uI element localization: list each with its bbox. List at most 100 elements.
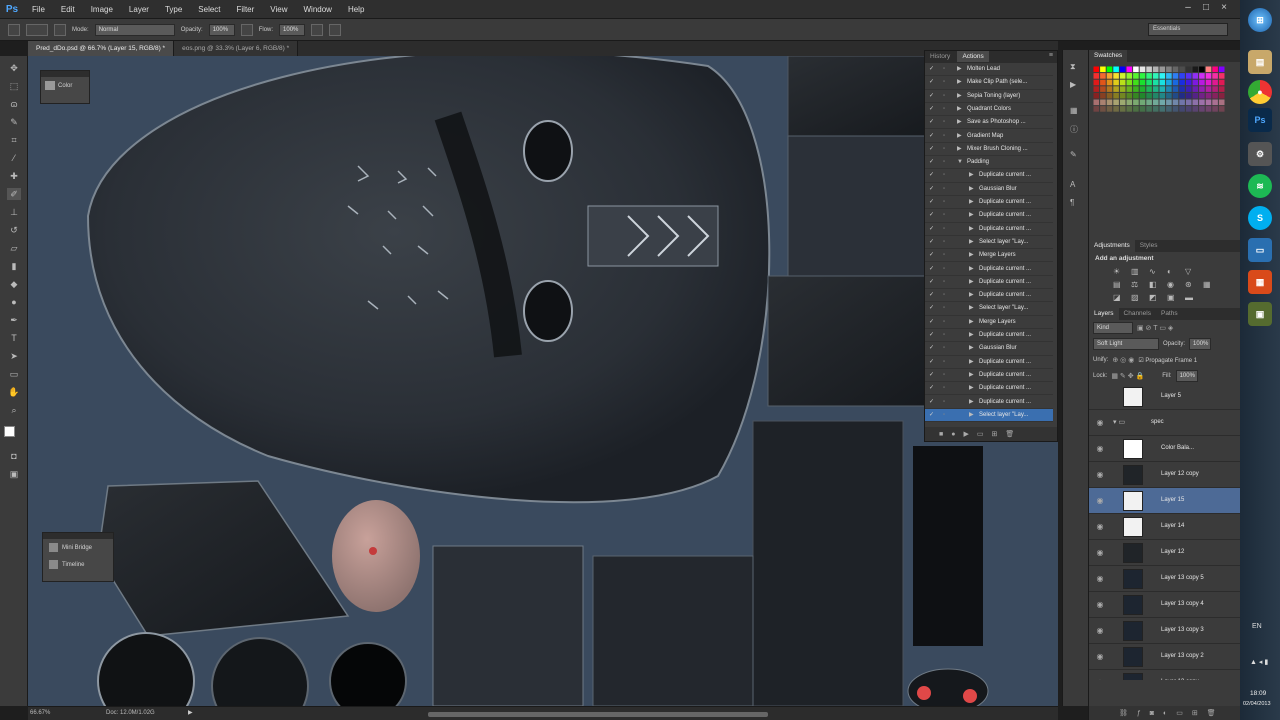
dialog-toggle-icon[interactable]: ▫ bbox=[943, 329, 945, 341]
color-swatch[interactable] bbox=[1192, 66, 1199, 73]
expand-arrow-icon[interactable]: ▶ bbox=[969, 263, 974, 275]
threshold-icon[interactable]: ◩ bbox=[1149, 293, 1163, 302]
eye-icon[interactable]: ◉ bbox=[1095, 496, 1105, 505]
zoom-tool-icon[interactable]: ⌕ bbox=[7, 404, 21, 416]
type-tool-icon[interactable]: T bbox=[7, 332, 21, 344]
color-panel-button[interactable]: Color bbox=[41, 77, 89, 94]
check-icon[interactable]: ✓ bbox=[929, 196, 934, 208]
color-swatch[interactable] bbox=[1146, 73, 1152, 79]
marquee-tool-icon[interactable]: ⬚ bbox=[7, 80, 21, 92]
color-swatch[interactable] bbox=[1113, 66, 1119, 73]
swatches-panel-icon[interactable]: ▦ bbox=[1070, 106, 1082, 116]
maximize-button[interactable]: □ bbox=[1198, 2, 1214, 16]
clone-stamp-tool-icon[interactable]: ⊥ bbox=[7, 206, 21, 218]
action-row[interactable]: ✓ ▫ ▶ Duplicate current ... bbox=[925, 396, 1053, 409]
color-swatch[interactable] bbox=[1146, 106, 1152, 112]
check-icon[interactable]: ✓ bbox=[929, 382, 934, 394]
eye-icon[interactable]: ◉ bbox=[1095, 548, 1105, 557]
quick-select-tool-icon[interactable]: ✎ bbox=[7, 116, 21, 128]
airbrush-icon[interactable] bbox=[311, 23, 324, 36]
color-swatch[interactable] bbox=[1179, 79, 1185, 86]
dialog-toggle-icon[interactable]: ▫ bbox=[943, 103, 945, 115]
expand-arrow-icon[interactable]: ▶ bbox=[957, 116, 962, 128]
check-icon[interactable]: ✓ bbox=[929, 103, 934, 115]
check-icon[interactable]: ✓ bbox=[929, 76, 934, 88]
expand-arrow-icon[interactable]: ▶ bbox=[969, 302, 974, 314]
eye-icon[interactable]: ◉ bbox=[1095, 574, 1105, 583]
dialog-toggle-icon[interactable]: ▫ bbox=[943, 236, 945, 248]
color-swatch[interactable] bbox=[1093, 66, 1100, 73]
layer-row[interactable]: ◉ Layer 12 bbox=[1089, 540, 1240, 566]
action-row[interactable]: ✓ ▫ ▶ Duplicate current ... bbox=[925, 196, 1053, 210]
action-row[interactable]: ✓ ▫ ▶ Make Clip Path (sele... bbox=[925, 76, 1053, 90]
color-swatch[interactable] bbox=[1100, 73, 1106, 79]
trash-icon[interactable]: 🗑 bbox=[1207, 709, 1216, 717]
color-swatch[interactable] bbox=[1133, 92, 1139, 99]
color-swatch[interactable] bbox=[1106, 79, 1113, 86]
color-swatch[interactable] bbox=[1133, 106, 1139, 112]
eye-icon[interactable]: ◉ bbox=[1095, 678, 1105, 680]
color-swatch[interactable] bbox=[1185, 73, 1192, 79]
color-swatch[interactable] bbox=[1159, 106, 1166, 112]
color-swatch[interactable] bbox=[1139, 86, 1146, 92]
check-icon[interactable]: ✓ bbox=[929, 289, 934, 301]
expand-arrow-icon[interactable]: ▶ bbox=[969, 196, 974, 208]
new-set-icon[interactable]: ▭ bbox=[977, 430, 984, 438]
layer-row[interactable]: ◉ Color Bala... bbox=[1089, 436, 1240, 462]
color-swatch[interactable] bbox=[1185, 79, 1192, 86]
menu-image[interactable]: Image bbox=[83, 5, 121, 14]
expand-arrow-icon[interactable]: ▶ bbox=[957, 130, 962, 142]
color-swatch[interactable] bbox=[1166, 66, 1172, 73]
layer-row[interactable]: ◉ Layer 13 copy 2 bbox=[1089, 644, 1240, 670]
color-swatch[interactable] bbox=[1119, 79, 1126, 86]
expand-arrow-icon[interactable]: ▼ bbox=[957, 156, 963, 168]
expand-arrow-icon[interactable]: ▶ bbox=[957, 63, 962, 75]
menu-filter[interactable]: Filter bbox=[229, 5, 263, 14]
play-icon[interactable]: ▶ bbox=[963, 430, 968, 438]
color-swatch[interactable] bbox=[1166, 99, 1172, 106]
layer-row[interactable]: ◉ Layer 13 copy 4 bbox=[1089, 592, 1240, 618]
new-layer-icon[interactable]: ⊞ bbox=[1192, 709, 1198, 717]
color-swatch[interactable] bbox=[1133, 66, 1139, 73]
check-icon[interactable]: ✓ bbox=[929, 130, 934, 142]
path-select-tool-icon[interactable]: ➤ bbox=[7, 350, 21, 362]
layer-row[interactable]: ◉ Layer 12 copy bbox=[1089, 462, 1240, 488]
color-swatch[interactable] bbox=[1093, 73, 1100, 79]
check-icon[interactable]: ✓ bbox=[929, 236, 934, 248]
expand-arrow-icon[interactable]: ▶ bbox=[969, 369, 974, 381]
check-icon[interactable]: ✓ bbox=[929, 329, 934, 341]
expand-arrow-icon[interactable]: ▶ bbox=[969, 249, 974, 261]
color-swatch[interactable] bbox=[1192, 99, 1199, 106]
record-icon[interactable]: ● bbox=[951, 431, 955, 438]
app-icon-2[interactable]: ▭ bbox=[1248, 238, 1272, 262]
color-swatch[interactable] bbox=[1212, 92, 1218, 99]
check-icon[interactable]: ✓ bbox=[929, 249, 934, 261]
stop-icon[interactable]: ■ bbox=[939, 431, 943, 438]
dialog-toggle-icon[interactable]: ▫ bbox=[943, 76, 945, 88]
color-swatch[interactable] bbox=[1139, 73, 1146, 79]
color-swatch[interactable] bbox=[1192, 106, 1199, 112]
color-swatch[interactable] bbox=[1113, 73, 1119, 79]
color-swatch[interactable] bbox=[1185, 106, 1192, 112]
color-swatch[interactable] bbox=[1146, 92, 1152, 99]
action-row[interactable]: ✓ ▫ ▶ Duplicate current ... bbox=[925, 209, 1053, 223]
link-icon[interactable]: ⛓ bbox=[1119, 709, 1128, 717]
eye-icon[interactable]: ◉ bbox=[1095, 600, 1105, 609]
color-swatch[interactable] bbox=[1172, 79, 1179, 86]
action-row[interactable]: ✓ ▫ ▶ Gradient Map bbox=[925, 130, 1053, 143]
tab-history[interactable]: History bbox=[925, 51, 955, 62]
channel-mixer-icon[interactable]: ⊛ bbox=[1185, 280, 1199, 289]
app-icon-3[interactable]: ▦ bbox=[1248, 270, 1272, 294]
color-swatch[interactable] bbox=[1205, 92, 1212, 99]
dialog-toggle-icon[interactable]: ▫ bbox=[943, 209, 945, 221]
color-swatch[interactable] bbox=[1152, 79, 1159, 86]
expand-arrow-icon[interactable]: ▶ bbox=[969, 329, 974, 341]
tab-styles[interactable]: Styles bbox=[1135, 240, 1163, 252]
color-swatch[interactable] bbox=[1166, 86, 1172, 92]
expand-arrow-icon[interactable]: ▶ bbox=[969, 342, 974, 354]
eye-icon[interactable]: ◉ bbox=[1095, 652, 1105, 661]
action-row[interactable]: ✓ ▫ ▶ Merge Layers bbox=[925, 249, 1053, 263]
dialog-toggle-icon[interactable]: ▫ bbox=[943, 289, 945, 301]
fx-icon[interactable]: ƒ bbox=[1137, 710, 1141, 717]
action-row[interactable]: ✓ ▫ ▶ Select layer "Lay... bbox=[925, 236, 1053, 250]
